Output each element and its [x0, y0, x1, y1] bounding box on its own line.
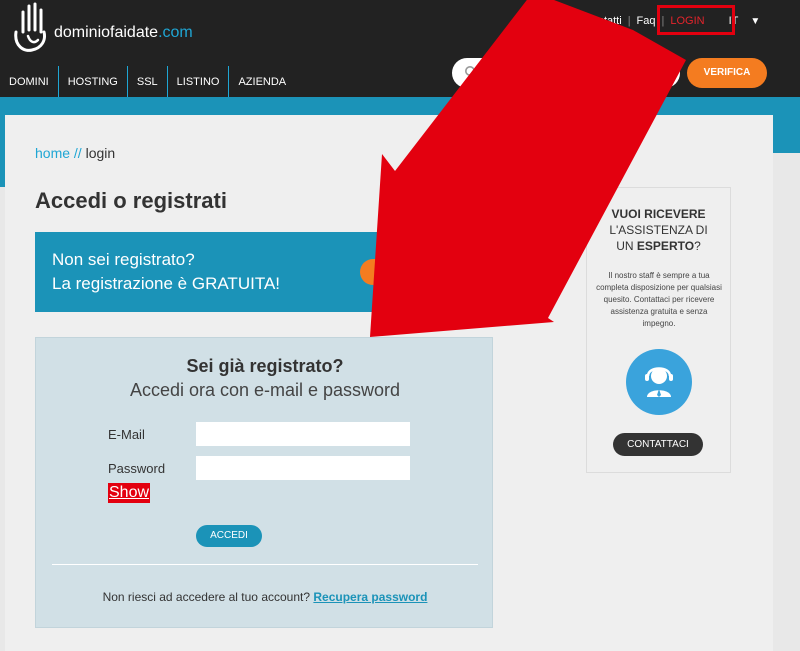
support-heading-post: ? [694, 239, 701, 253]
support-heading-line1: VUOI RICEVERE [611, 207, 706, 221]
support-heading-line2: L'ASSISTENZA DI [609, 223, 708, 237]
password-field[interactable] [196, 456, 410, 480]
support-heading-pre: UN [616, 239, 637, 253]
recover-password-link[interactable]: Recupera password [313, 590, 427, 604]
divider [52, 564, 478, 565]
brand-tld: .com [158, 24, 193, 41]
logo-text: dominiofaidate.com [54, 24, 193, 42]
nav-item-ssl[interactable]: SSL [128, 66, 168, 97]
register-button[interactable] [360, 259, 400, 285]
topnav-chi-siamo[interactable]: Chi siamo [520, 15, 569, 27]
hand-logo-icon [14, 2, 46, 52]
search-icon [465, 66, 478, 79]
domain-search-input[interactable] [486, 63, 666, 83]
breadcrumb: home // login [35, 145, 115, 161]
login-form: Sei già registrato? Accedi ora con e-mai… [35, 337, 493, 628]
login-button[interactable]: ACCEDI [196, 525, 262, 547]
email-field[interactable] [196, 422, 410, 446]
site-logo[interactable]: dominiofaidate.com [10, 2, 193, 52]
separator: | [627, 15, 631, 27]
breadcrumb-separator: // [73, 145, 82, 161]
nav-item-azienda[interactable]: AZIENDA [229, 66, 295, 97]
headset-agent-icon [645, 367, 673, 397]
breadcrumb-current: login [85, 145, 116, 161]
topnav-contatti[interactable]: Contatti [584, 15, 622, 27]
support-description: Il nostro staff è sempre a tua completa … [596, 271, 722, 328]
brand-name: dominiofaidate [54, 24, 159, 41]
show-password-link[interactable]: Show [108, 483, 151, 503]
background-strip [773, 153, 800, 651]
password-label: Password [108, 461, 166, 476]
separator: | [574, 15, 578, 27]
caret-down-icon[interactable]: ▼ [750, 16, 760, 27]
nav-item-listino[interactable]: LISTINO [168, 66, 230, 97]
forgot-question: Non riesci ad accedere al tuo account? [102, 590, 311, 604]
page-title: Accedi o registrati [35, 188, 227, 213]
register-free-text: La registrazione è GRATUITA! [52, 274, 281, 293]
register-banner[interactable]: Non sei registrato? La registrazione è G… [35, 232, 493, 312]
topnav-faq[interactable]: Faq [637, 15, 656, 27]
nav-item-hosting[interactable]: HOSTING [59, 66, 128, 97]
login-highlight-box [657, 5, 735, 35]
support-avatar [626, 349, 692, 415]
support-heading: VUOI RICEVERE L'ASSISTENZA DI UN ESPERTO… [587, 206, 730, 254]
nav-item-domini[interactable]: DOMINI [0, 66, 59, 97]
email-label: E-Mail [108, 427, 145, 442]
support-heading-bold: ESPERTO [636, 239, 695, 253]
login-subtitle: Accedi ora con e-mail e password [129, 380, 401, 400]
verify-button[interactable]: VERIFICA [687, 58, 767, 88]
main-nav: DOMINI HOSTING SSL LISTINO AZIENDA [0, 66, 295, 97]
domain-search [452, 58, 680, 88]
login-title: Sei già registrato? [186, 356, 344, 376]
contact-button[interactable]: CONTATTACI [613, 433, 703, 456]
forgot-password-text: Non riesci ad accedere al tuo account? R… [36, 590, 494, 604]
support-widget: VUOI RICEVERE L'ASSISTENZA DI UN ESPERTO… [586, 187, 731, 473]
register-question: Non sei registrato? [52, 250, 195, 269]
breadcrumb-home[interactable]: home [35, 145, 70, 161]
